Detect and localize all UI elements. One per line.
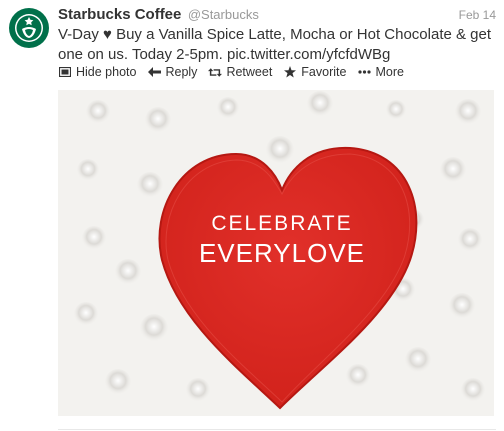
favorite-button[interactable]: Favorite bbox=[283, 65, 346, 79]
more-dots-icon bbox=[357, 65, 371, 79]
reply-button[interactable]: Reply bbox=[147, 65, 197, 79]
tweet: Starbucks Coffee @Starbucks Feb 14 V-Day… bbox=[0, 0, 504, 431]
valentine-heart-image: CELEBRATE EVERYLOVE bbox=[58, 90, 494, 416]
celebrate-text: CELEBRATE bbox=[211, 212, 352, 235]
timestamp[interactable]: Feb 14 bbox=[459, 8, 496, 22]
tweet-actions: Hide photo Reply Retweet Favorite More bbox=[58, 64, 415, 80]
reply-icon bbox=[147, 65, 161, 79]
author-name[interactable]: Starbucks Coffee bbox=[58, 6, 181, 23]
divider bbox=[58, 429, 496, 430]
tweet-text-line: one on us. Today 2-5pm. pic.twitter.com/… bbox=[58, 46, 391, 63]
reply-label: Reply bbox=[165, 65, 198, 79]
everylove-text: EVERYLOVE bbox=[199, 238, 365, 268]
hide-photo-button[interactable]: Hide photo bbox=[58, 65, 136, 79]
tweet-header: Starbucks Coffee @Starbucks Feb 14 bbox=[58, 6, 496, 26]
starbucks-logo-icon bbox=[9, 8, 49, 48]
more-label: More bbox=[375, 65, 404, 79]
author-handle[interactable]: @Starbucks bbox=[188, 7, 259, 22]
avatar[interactable] bbox=[8, 7, 50, 49]
tweet-text-line: V-Day ♥ Buy a Vanilla Spice Latte, Mocha… bbox=[58, 26, 492, 43]
tweet-photo[interactable]: CELEBRATE EVERYLOVE bbox=[58, 90, 494, 416]
more-button[interactable]: More bbox=[357, 65, 404, 79]
retweet-icon bbox=[208, 65, 223, 79]
hide-photo-label: Hide photo bbox=[76, 65, 137, 79]
star-icon bbox=[283, 65, 297, 79]
photo-icon bbox=[58, 65, 72, 79]
retweet-label: Retweet bbox=[226, 65, 273, 79]
favorite-label: Favorite bbox=[301, 65, 347, 79]
tweet-text: V-Day ♥ Buy a Vanilla Spice Latte, Mocha… bbox=[58, 25, 498, 65]
retweet-button[interactable]: Retweet bbox=[208, 65, 272, 79]
